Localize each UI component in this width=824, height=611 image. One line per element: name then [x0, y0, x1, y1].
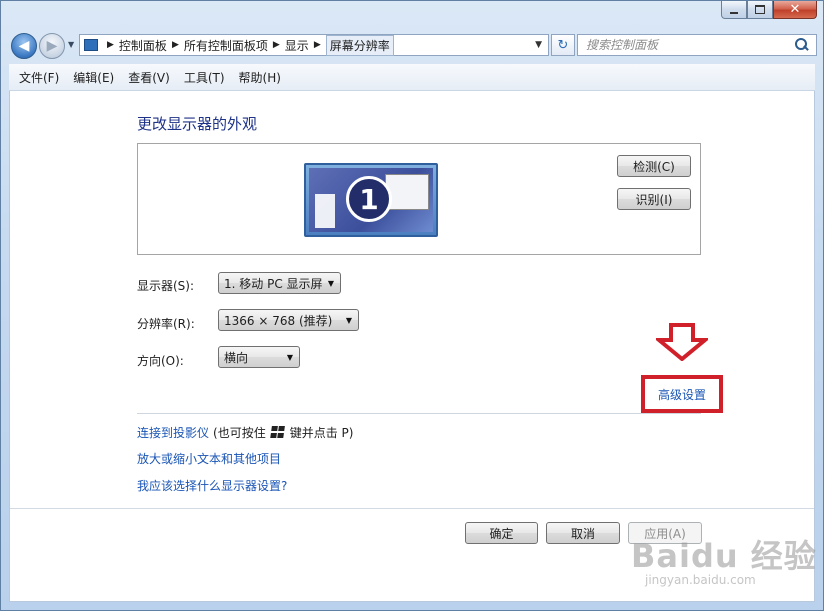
menu-view[interactable]: 查看(V) — [128, 69, 170, 86]
control-panel-icon — [84, 39, 98, 51]
baidu-watermark: Baidu 经验 jingyan.baidu.com — [631, 531, 817, 587]
resolution-label: 分辨率(R): — [137, 317, 195, 331]
which-settings-row: 我应该选择什么显示器设置? — [137, 477, 287, 494]
back-button[interactable]: ◀ — [11, 33, 37, 59]
display-select-value: 1. 移动 PC 显示屏 — [224, 276, 323, 291]
down-arrow-annotation-icon — [656, 323, 708, 361]
menu-bar: 文件(F) 编辑(E) 查看(V) 工具(T) 帮助(H) — [9, 64, 815, 91]
navigation-bar: ◀ ▶ ▼ ▶ 控制面板 ▶ 所有控制面板项 ▶ 显示 ▶ 屏幕分辨率 ▼ ↻ — [9, 31, 817, 61]
detect-button[interactable]: 检测(C) — [617, 155, 691, 177]
display-label: 显示器(S): — [137, 279, 195, 293]
breadcrumb-control-panel[interactable]: 控制面板 — [119, 37, 167, 54]
monitor-preview-area: 1 检测(C) 识别(I) — [137, 143, 701, 255]
minimize-button[interactable] — [721, 1, 747, 19]
content-panel: 更改显示器的外观 1 检测(C) 识别(I) 显示器(S): 1. 移动 PC … — [9, 91, 815, 602]
recent-pages-dropdown[interactable]: ▼ — [68, 40, 74, 49]
identify-button[interactable]: 识别(I) — [617, 188, 691, 210]
footer-divider — [10, 508, 814, 509]
breadcrumb-all-items[interactable]: 所有控制面板项 — [184, 37, 268, 54]
connect-projector-link[interactable]: 连接到投影仪 — [137, 424, 209, 441]
breadcrumb-display[interactable]: 显示 — [285, 37, 309, 54]
chevron-down-icon: ▼ — [327, 278, 334, 288]
orientation-label: 方向(O): — [137, 354, 184, 368]
menu-help[interactable]: 帮助(H) — [239, 69, 281, 86]
orientation-select-value: 横向 — [224, 350, 249, 365]
maximize-icon — [755, 5, 765, 14]
display-select[interactable]: 1. 移动 PC 显示屏 ▼ — [218, 272, 341, 294]
windows-logo-icon — [269, 426, 286, 439]
orientation-select[interactable]: 横向 ▼ — [218, 346, 300, 368]
breadcrumb-separator-icon[interactable]: ▶ — [273, 40, 280, 50]
cancel-button[interactable]: 取消 — [546, 522, 620, 544]
menu-file[interactable]: 文件(F) — [19, 69, 59, 86]
breadcrumb-separator-icon[interactable]: ▶ — [172, 40, 179, 50]
minimize-icon — [730, 11, 738, 14]
search-input[interactable] — [578, 37, 794, 53]
which-settings-link[interactable]: 我应该选择什么显示器设置? — [137, 477, 287, 494]
search-box[interactable] — [577, 34, 817, 56]
refresh-button[interactable]: ↻ — [551, 34, 575, 56]
monitor-window-thumbnail — [315, 194, 335, 228]
window: ✕ ◀ ▶ ▼ ▶ 控制面板 ▶ 所有控制面板项 ▶ 显示 ▶ 屏幕分辨率 ▼ … — [0, 0, 824, 611]
caption-buttons: ✕ — [721, 1, 817, 19]
address-dropdown-icon[interactable]: ▼ — [535, 40, 542, 50]
projector-row: 连接到投影仪 (也可按住 键并点击 P) — [137, 424, 353, 441]
resolution-select[interactable]: 1366 × 768 (推荐) ▼ — [218, 309, 359, 331]
close-button[interactable]: ✕ — [773, 1, 817, 19]
menu-tools[interactable]: 工具(T) — [184, 69, 225, 86]
monitor-number-badge: 1 — [346, 176, 392, 222]
watermark-logo-text: Baidu 经验 — [631, 537, 817, 575]
maximize-button[interactable] — [747, 1, 773, 19]
breadcrumb-separator-icon[interactable]: ▶ — [107, 40, 114, 50]
breadcrumb-separator-icon[interactable]: ▶ — [314, 40, 321, 50]
close-icon: ✕ — [789, 2, 801, 17]
breadcrumb-screen-resolution[interactable]: 屏幕分辨率 — [325, 34, 394, 56]
chevron-down-icon: ▼ — [345, 315, 352, 325]
advanced-settings-highlight: 高级设置 — [641, 375, 723, 413]
projector-hint-text-end: 键并点击 P) — [289, 426, 354, 440]
text-size-link[interactable]: 放大或缩小文本和其他项目 — [137, 450, 281, 467]
monitor-1-thumbnail[interactable]: 1 — [304, 163, 438, 237]
refresh-icon: ↻ — [557, 37, 569, 53]
projector-hint-text: (也可按住 — [213, 426, 266, 440]
search-icon[interactable] — [794, 37, 810, 53]
forward-arrow-icon: ▶ — [46, 38, 58, 54]
ok-button[interactable]: 确定 — [465, 522, 538, 544]
advanced-settings-link[interactable]: 高级设置 — [658, 386, 706, 403]
monitor-window-thumbnail — [385, 174, 429, 210]
forward-button[interactable]: ▶ — [39, 33, 65, 59]
text-size-row: 放大或缩小文本和其他项目 — [137, 450, 281, 467]
divider — [137, 413, 701, 414]
chevron-down-icon: ▼ — [286, 352, 293, 362]
back-arrow-icon: ◀ — [18, 38, 30, 54]
address-bar[interactable]: ▶ 控制面板 ▶ 所有控制面板项 ▶ 显示 ▶ 屏幕分辨率 ▼ — [79, 34, 549, 56]
page-title: 更改显示器的外观 — [137, 115, 258, 133]
resolution-select-value: 1366 × 768 (推荐) — [224, 313, 333, 328]
menu-edit[interactable]: 编辑(E) — [73, 69, 114, 86]
